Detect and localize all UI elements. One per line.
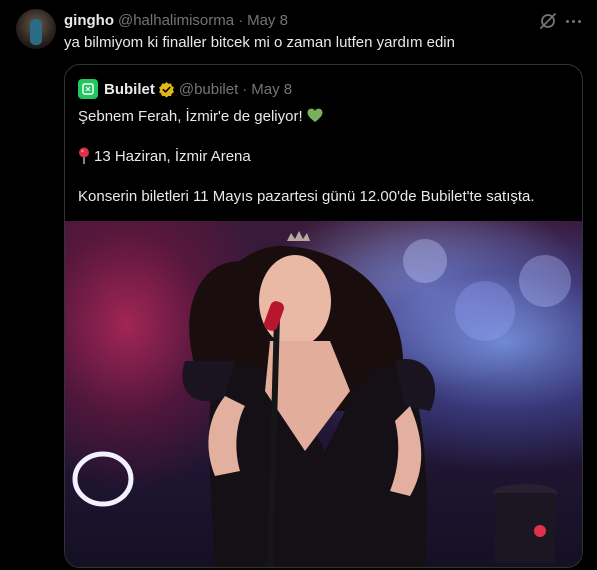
- tweet-text: ya bilmiyom ki finaller bitcek mi o zama…: [64, 34, 455, 51]
- more-icon[interactable]: [562, 11, 584, 31]
- quoted-display-name[interactable]: Bubilet: [104, 81, 155, 98]
- bubilet-logo-icon[interactable]: [78, 79, 98, 99]
- quoted-line-1: Şebnem Ferah, İzmir'e de geliyor!: [78, 108, 303, 125]
- grok-icon[interactable]: [538, 11, 558, 31]
- quoted-line-2: 13 Haziran, İzmir Arena: [94, 148, 251, 165]
- tweet[interactable]: gingho @halhalimisorma · May 8 ya bilmiy…: [0, 0, 597, 570]
- user-handle[interactable]: @halhalimisorma: [118, 12, 234, 29]
- quoted-handle[interactable]: @bubilet: [179, 81, 238, 98]
- concert-photo-scene: [72, 231, 571, 567]
- tweet-date[interactable]: May 8: [247, 12, 288, 29]
- round-pushpin-icon: [79, 147, 89, 164]
- quoted-separator-dot: ·: [242, 80, 248, 98]
- quoted-date[interactable]: May 8: [251, 81, 292, 98]
- quoted-header: Bubilet @bubilet · May 8: [78, 79, 292, 99]
- verified-badge-icon: [158, 81, 174, 97]
- tweet-header: gingho @halhalimisorma · May 8: [64, 11, 288, 29]
- quoted-line-3: Konserin biletleri 11 Mayıs pazartesi gü…: [78, 188, 535, 205]
- quoted-tweet[interactable]: Bubilet @bubilet · May 8 Şebnem Ferah, İ…: [64, 64, 583, 568]
- concert-photo[interactable]: [65, 221, 582, 567]
- separator-dot: ·: [238, 11, 244, 29]
- avatar[interactable]: [16, 9, 56, 49]
- display-name[interactable]: gingho: [64, 12, 114, 29]
- green-heart-icon: [307, 108, 323, 122]
- quoted-text: Şebnem Ferah, İzmir'e de geliyor! 13 Haz…: [78, 107, 535, 207]
